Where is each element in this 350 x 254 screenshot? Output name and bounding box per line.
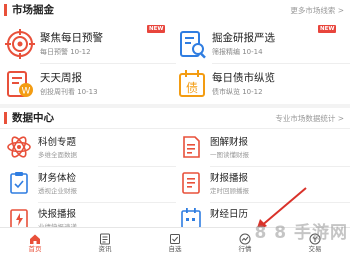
tab-label: 自选 xyxy=(168,245,182,253)
section-accent-bar xyxy=(4,112,7,124)
data-item-sub: 定时回顾播报 xyxy=(210,187,249,195)
row-divider xyxy=(40,63,176,64)
tab-label: 首页 xyxy=(28,245,42,253)
alert-icon xyxy=(4,28,36,60)
app-screen: 市场掘金 更多市场线索 > 聚焦每日预警 每日预警 10-12 NEW 掘金研报… xyxy=(0,0,350,254)
data-item-name: 财报播报 xyxy=(210,173,249,184)
data-item-sub: 一图读懂财报 xyxy=(210,151,249,159)
tab-watchlist[interactable]: 自选 xyxy=(140,228,210,254)
row-divider xyxy=(38,166,176,167)
svg-text:债: 债 xyxy=(186,81,198,95)
market-item-bond-overview[interactable]: 债 每日债市纵览 债市纵览 10-12 xyxy=(176,66,348,104)
tab-label: 交易 xyxy=(308,245,322,253)
market-section-header: 市场掘金 更多市场线索 > xyxy=(0,0,350,20)
row-divider xyxy=(212,63,350,64)
market-item-weekly-report[interactable]: W 天天周报 创投周刊看 10-13 xyxy=(4,66,176,104)
data-item-name: 科创专题 xyxy=(38,137,77,148)
data-item-illustrated-financials[interactable]: 图解财报 一图读懂财报 xyxy=(178,132,348,166)
market-item-sub: 债市纵览 10-12 xyxy=(212,88,263,96)
row-divider xyxy=(0,128,350,129)
market-item-sub: 创投周刊看 10-13 xyxy=(40,88,98,96)
tab-label: 资讯 xyxy=(98,245,112,253)
watermark: 8 8 手游网 xyxy=(254,223,348,243)
home-icon xyxy=(29,230,41,244)
market-item-name: 聚焦每日预警 xyxy=(40,32,103,44)
tab-home[interactable]: 首页 xyxy=(0,228,70,254)
section-title: 市场掘金 xyxy=(12,4,54,16)
data-item-name: 快报播报 xyxy=(38,209,77,220)
document-chart-icon xyxy=(178,134,204,160)
data-item-sub: 透视企业财报 xyxy=(38,187,77,195)
clipboard-check-icon xyxy=(6,170,32,196)
bond-calendar-icon: 债 xyxy=(176,68,208,100)
research-report-icon xyxy=(176,28,208,60)
data-item-star-market[interactable]: 科创专题 多维全面数据 xyxy=(6,132,176,166)
watchlist-icon xyxy=(169,230,181,244)
market-item-sub: 筛报精编 10-14 xyxy=(212,48,263,56)
atom-icon xyxy=(6,134,32,160)
data-item-name: 图解财报 xyxy=(210,137,249,148)
tab-label: 行情 xyxy=(238,245,252,253)
row-divider xyxy=(210,166,350,167)
market-icon xyxy=(239,230,251,245)
professional-stats-link[interactable]: 专业市场数据统计 > xyxy=(275,113,344,124)
report-list-icon xyxy=(178,170,204,196)
data-item-name: 财务体检 xyxy=(38,173,77,184)
tab-news[interactable]: 资讯 xyxy=(70,228,140,254)
weekly-report-icon: W xyxy=(4,68,36,100)
new-badge: NEW xyxy=(147,25,166,33)
data-item-sub: 多维全面数据 xyxy=(38,151,77,159)
data-item-name: 财经日历 xyxy=(210,209,249,220)
news-icon xyxy=(99,230,111,245)
new-badge: NEW xyxy=(318,25,337,33)
data-center-section-header: 数据中心 专业市场数据统计 > xyxy=(0,108,350,128)
market-item-name: 天天周报 xyxy=(40,72,82,84)
svg-text:W: W xyxy=(22,87,31,97)
more-market-clues-link[interactable]: 更多市场线索 > xyxy=(290,5,344,16)
market-item-sub: 每日预警 10-12 xyxy=(40,48,91,56)
market-item-name: 掘金研报严选 xyxy=(212,32,275,44)
section-accent-bar xyxy=(4,4,7,16)
row-divider xyxy=(38,202,176,203)
data-item-financial-checkup[interactable]: 财务体检 透视企业财报 xyxy=(6,168,176,202)
section-title: 数据中心 xyxy=(12,112,54,124)
market-item-name: 每日债市纵览 xyxy=(212,72,275,84)
